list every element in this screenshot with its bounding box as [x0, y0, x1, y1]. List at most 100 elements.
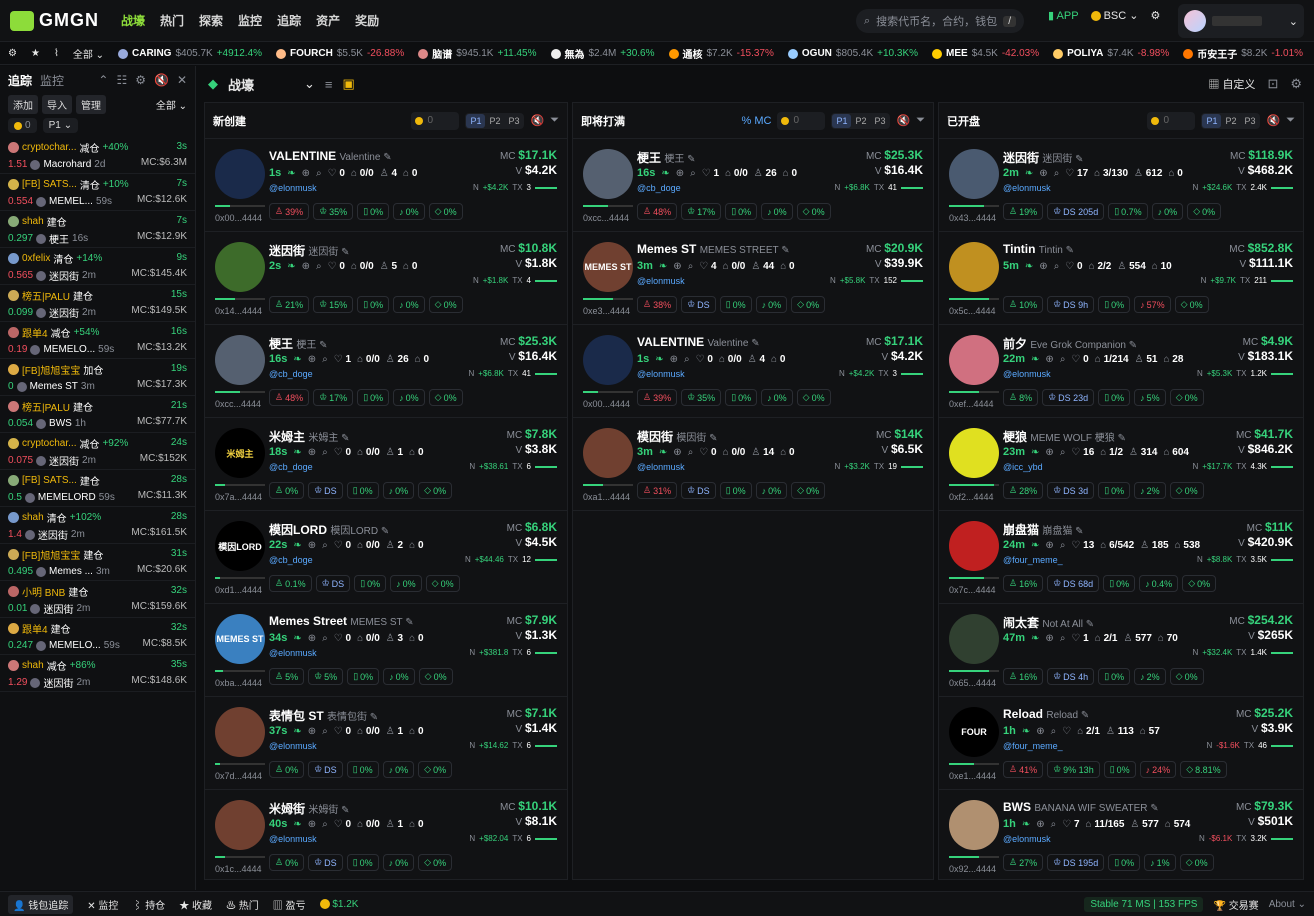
token-card[interactable]: 0x00...4444 VALENTINE Valentine ✎ 1s ❧ ⊕ ⌕ ♡ 0…: [205, 139, 567, 232]
edit-icon[interactable]: ✎: [1072, 526, 1083, 537]
website-icon[interactable]: ⊕: [308, 819, 316, 830]
token-address[interactable]: 0x00...4444: [215, 213, 262, 223]
website-icon[interactable]: ⊕: [673, 447, 681, 458]
token-address[interactable]: 0x1c...4444: [215, 864, 262, 874]
token-address[interactable]: 0x92...4444: [949, 864, 996, 874]
track-row[interactable]: [FB]旭旭宝宝 建仓 31s 0.495 Memes ... 3m MC:$20.6K: [0, 544, 195, 581]
wallet-name[interactable]: 小明 BNB: [22, 584, 65, 599]
edit-icon[interactable]: ✎: [316, 340, 327, 351]
quick-buy-amount[interactable]: 0: [777, 111, 826, 130]
token-address[interactable]: 0x7a...4444: [215, 492, 262, 502]
search-icon[interactable]: ⌕: [1060, 633, 1066, 644]
token-image[interactable]: MEMES ST: [215, 614, 265, 664]
list-icon[interactable]: ≡: [325, 77, 333, 92]
token-card[interactable]: MEMES ST 0xe3...4444 Memes ST MEMES STREET…: [573, 232, 933, 325]
mute-icon[interactable]: 🔇: [896, 114, 910, 127]
token-name[interactable]: 迷因街 迷因街 ✎: [269, 242, 350, 259]
token-name[interactable]: Memes ST MEMES STREET ✎: [637, 242, 790, 256]
mute-icon[interactable]: 🔇: [1266, 114, 1280, 127]
edit-icon[interactable]: ✎: [1115, 433, 1126, 444]
wallet-name[interactable]: [FB]旭旭宝宝: [22, 547, 80, 562]
track-row[interactable]: [FB]旭旭宝宝 加仓 19s 0 Memes ST 3m MC:$17.3K: [0, 359, 195, 396]
leaf-icon[interactable]: ❧: [1031, 447, 1039, 458]
edit-icon[interactable]: ✎: [778, 245, 789, 256]
mute-icon[interactable]: 🔇: [530, 114, 544, 127]
search-icon[interactable]: ⌕: [1060, 540, 1066, 551]
token-card[interactable]: FOUR 0xe1...4444 Reload Reload ✎ 1h ❧ ⊕ ⌕ ♡ ⌂ 2…: [939, 697, 1303, 790]
website-icon[interactable]: ⊕: [1045, 633, 1053, 644]
search-input[interactable]: ⌕ 搜索代币名，合约，钱包 /: [856, 9, 1024, 33]
website-icon[interactable]: ⊕: [308, 447, 316, 458]
edit-icon[interactable]: ✎: [1083, 619, 1094, 630]
token-address[interactable]: 0xd1...4444: [215, 585, 262, 595]
website-icon[interactable]: ⊕: [1039, 168, 1047, 179]
token-address[interactable]: 0xcc...4444: [583, 213, 629, 223]
filter-icon[interactable]: ⏷: [550, 114, 559, 127]
token-name[interactable]: 梗王 梗王 ✎: [269, 335, 328, 352]
leaf-icon[interactable]: ❧: [293, 726, 301, 737]
nav-item-trending[interactable]: 热门: [160, 12, 184, 29]
token-name[interactable]: 迷因街: [38, 527, 68, 542]
app-button[interactable]: ▮ APP: [1048, 9, 1079, 22]
edit-icon[interactable]: ✎: [706, 433, 717, 444]
quick-buy-amount[interactable]: 0: [1147, 111, 1196, 130]
leaf-icon[interactable]: ❧: [661, 168, 669, 179]
token-image[interactable]: [215, 707, 265, 757]
contest-button[interactable]: 🏆 交易赛: [1213, 897, 1258, 912]
token-name[interactable]: Memes Street MEMES ST ✎: [269, 614, 414, 628]
wallet-track-tab[interactable]: 👤 钱包追踪: [8, 894, 74, 914]
search-icon[interactable]: ⌕: [690, 168, 696, 179]
edit-icon[interactable]: ✎: [378, 526, 389, 537]
box-icon[interactable]: ▣: [343, 76, 355, 92]
search-icon[interactable]: ⌕: [1060, 447, 1066, 458]
token-name[interactable]: 迷因街 迷因街 ✎: [1003, 149, 1084, 166]
customize-button[interactable]: ▦ 自定义: [1208, 76, 1255, 92]
nav-item-monitor[interactable]: 监控: [238, 12, 262, 29]
twitter-handle[interactable]: @cb_doge: [269, 369, 313, 379]
hot-tab[interactable]: ♨ 热门: [226, 897, 259, 912]
token-name[interactable]: BWS BANANA WIF SWEATER ✎: [1003, 800, 1159, 814]
user-menu[interactable]: ⌄: [1178, 4, 1304, 38]
token-address[interactable]: 0xba...4444: [215, 678, 262, 688]
edit-icon[interactable]: ✎: [1078, 710, 1089, 721]
wallet-name[interactable]: shah: [22, 660, 44, 671]
filter-icon[interactable]: ⏷: [916, 114, 925, 127]
token-image[interactable]: [215, 149, 265, 199]
track-row[interactable]: 榜五|PALU 建仓 15s 0.099 迷因街 2m MC:$149.5K: [0, 285, 195, 322]
edit-icon[interactable]: ✎: [338, 433, 349, 444]
logo[interactable]: GMGN: [10, 10, 99, 31]
track-row[interactable]: 跟单4 建仓 32s 0.247 MEMELO... 59s MC:$8.5K: [0, 618, 195, 655]
mc-toggle[interactable]: % MC: [741, 115, 771, 127]
preset-p2[interactable]: P2: [485, 114, 504, 128]
tab-monitor[interactable]: 监控: [40, 72, 64, 89]
search-icon[interactable]: ⌕: [1054, 168, 1060, 179]
token-card[interactable]: 0xcc...4444 梗王 梗王 ✎ 16s ❧ ⊕ ⌕ ♡ 1 ⌂ 0/0 ♙ 26 ⌂ 0 @…: [573, 139, 933, 232]
track-row[interactable]: shah 清仓 +102% 28s 1.4 迷因街 2m MC:$161.5K: [0, 507, 195, 544]
twitter-handle[interactable]: @elonmusk: [1003, 183, 1051, 193]
ticker-item[interactable]: MEE $4.5K -42.03%: [932, 46, 1039, 61]
search-icon[interactable]: ⌕: [316, 168, 322, 179]
leaf-icon[interactable]: ❧: [287, 261, 295, 272]
token-name[interactable]: 迷因街: [43, 675, 73, 690]
edit-icon[interactable]: ✎: [1126, 340, 1137, 351]
twitter-handle[interactable]: @elonmusk: [1003, 834, 1051, 844]
settings-icon[interactable]: ⚙: [1290, 76, 1302, 92]
website-icon[interactable]: ⊕: [1045, 540, 1053, 551]
preset-select[interactable]: P1 ⌄: [42, 118, 79, 133]
leaf-icon[interactable]: ❧: [655, 354, 663, 365]
settings-icon[interactable]: ⚙: [1151, 9, 1161, 22]
leaf-icon[interactable]: ❧: [293, 447, 301, 458]
preset-p2[interactable]: P2: [851, 114, 870, 128]
import-button[interactable]: 导入: [42, 94, 72, 114]
edit-icon[interactable]: ✎: [338, 247, 349, 258]
nav-item-rewards[interactable]: 奖励: [355, 12, 379, 29]
twitter-handle[interactable]: @elonmusk: [637, 276, 685, 286]
token-address[interactable]: 0x43...4444: [949, 213, 996, 223]
edit-icon[interactable]: ✎: [367, 712, 378, 723]
token-name[interactable]: 模因街 模因街 ✎: [637, 428, 718, 445]
settings-icon[interactable]: ⚙: [135, 73, 146, 87]
search-icon[interactable]: ⌕: [322, 354, 328, 365]
twitter-handle[interactable]: @elonmusk: [269, 741, 317, 751]
leaf-icon[interactable]: ❧: [1031, 354, 1039, 365]
token-card[interactable]: 0x65...4444 闹太套 Not At All ✎ 47m ❧ ⊕ ⌕ ♡ 1 ⌂ 2/…: [939, 604, 1303, 697]
